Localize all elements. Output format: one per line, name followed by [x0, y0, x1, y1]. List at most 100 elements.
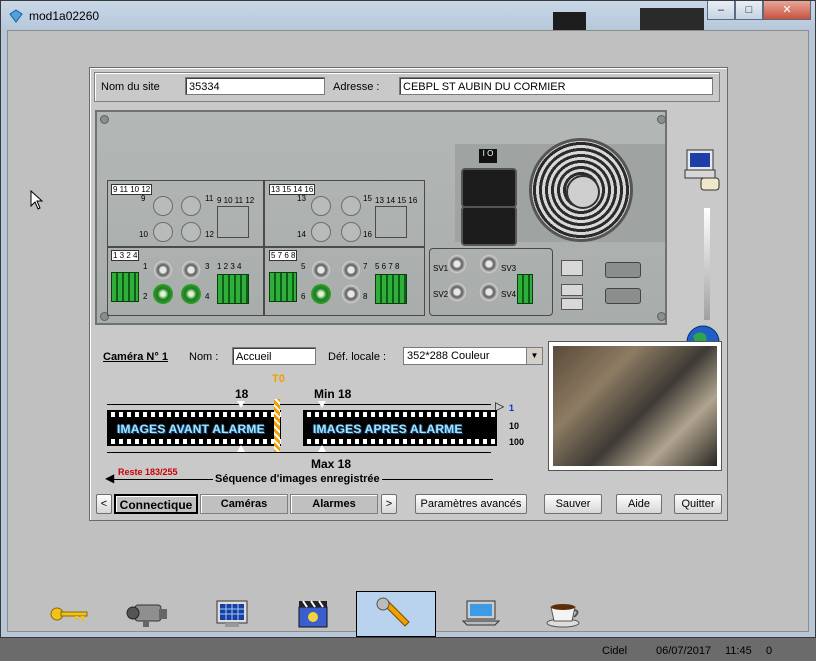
min-marker-icon[interactable] [318, 401, 326, 408]
arrow-left-icon: ◀ [105, 471, 115, 485]
taskbar-item[interactable] [275, 591, 353, 637]
resolution-select[interactable]: 352*288 Couleur ▼ [403, 347, 543, 365]
chevron-down-icon[interactable]: ▼ [526, 348, 542, 364]
bnc-connector[interactable] [341, 284, 361, 304]
sv-label: SV1 [433, 264, 449, 273]
input-number: 16 [363, 230, 372, 239]
input-hole [311, 222, 331, 242]
tab-next-button[interactable]: > [381, 494, 397, 514]
after-filmstrip: IMAGES APRES ALARME [303, 410, 497, 446]
speed-option[interactable]: 100 [509, 437, 524, 447]
help-button[interactable]: Aide [616, 494, 662, 514]
bnc-connector[interactable] [181, 260, 201, 280]
screw [100, 115, 109, 124]
usb-port-icon [561, 298, 583, 310]
tab-connectique[interactable]: Connectique [114, 494, 198, 514]
sv-label: SV4 [501, 290, 517, 299]
speed-option[interactable]: 1 [509, 403, 514, 413]
usb-port-icon [561, 284, 583, 296]
terminal-block [217, 274, 249, 304]
input-number: 11 [205, 194, 214, 203]
t0-marker [274, 399, 280, 453]
sv-connector[interactable] [447, 282, 467, 302]
terminal-slot [375, 206, 407, 238]
camera-name-field[interactable]: Accueil [232, 347, 316, 365]
input-number: 3 [205, 262, 210, 271]
board-divider [263, 180, 265, 316]
minimize-button[interactable]: ‒ [707, 1, 735, 20]
sv-connector[interactable] [479, 254, 499, 274]
bnc-connector[interactable] [153, 260, 173, 280]
sv-connector[interactable] [479, 282, 499, 302]
resolution-value: 352*288 Couleur [407, 350, 490, 362]
input-number: 8 [363, 292, 368, 301]
bnc-connector[interactable] [341, 260, 361, 280]
speed-option[interactable]: 10 [509, 421, 519, 431]
taskbar-item[interactable] [443, 591, 521, 637]
t0-label: T0 [272, 373, 285, 385]
terminal-block [375, 274, 407, 304]
terminal-block [269, 272, 297, 302]
status-bar: Cidel 06/07/2017 11:45 0 [15, 641, 815, 661]
tab-prev-button[interactable]: < [96, 494, 112, 514]
input-number: 6 [301, 292, 306, 301]
timeline-line [107, 404, 491, 405]
bnc-connector[interactable] [311, 260, 331, 280]
terminal-slot [217, 206, 249, 238]
bnc-connector-active[interactable] [311, 284, 331, 304]
play-arrow-icon[interactable]: ▷ [495, 399, 504, 413]
window-title: mod1a02260 [29, 9, 100, 23]
input-hole [181, 196, 201, 216]
terminal-label: 13 14 15 16 [375, 196, 418, 205]
input-number: 4 [205, 292, 210, 301]
bnc-connector-active[interactable] [153, 284, 173, 304]
maximize-button[interactable]: □ [735, 1, 763, 20]
monitor-grid-icon [216, 600, 248, 627]
bnc-connector-active[interactable] [181, 284, 201, 304]
taskbar-item[interactable] [35, 591, 113, 637]
input-number: 5 [301, 262, 306, 271]
tab-alarmes[interactable]: Alarmes [290, 494, 378, 514]
quit-button[interactable]: Quitter [674, 494, 722, 514]
camera-settings: Caméra N° 1 Nom : Accueil Déf. locale : … [95, 335, 543, 515]
sequence-label: Séquence d'images enregistrée [213, 473, 382, 485]
ethernet-port-icon [561, 260, 583, 276]
max-marker-icon[interactable] [318, 445, 326, 452]
recorder-back-panel[interactable]: 9 11 10 12 13 15 14 16 1 3 2 4 5 7 6 8 9… [95, 110, 667, 325]
group-label: 13 15 14 16 [269, 184, 316, 195]
tab-cameras[interactable]: Caméras [200, 494, 288, 514]
save-button[interactable]: Sauver [544, 494, 602, 514]
laptop-icon [461, 600, 501, 626]
input-hole [341, 196, 361, 216]
taskbar-item[interactable] [525, 591, 603, 637]
input-hole [153, 222, 173, 242]
advanced-settings-button[interactable]: Paramètres avancés [415, 494, 527, 514]
taskbar-item-active[interactable] [356, 591, 436, 637]
camera-icon [126, 604, 167, 627]
computer-phone-icon[interactable] [683, 146, 723, 194]
sv-connector[interactable] [447, 254, 467, 274]
board-divider [107, 246, 425, 248]
before-marker-icon[interactable] [237, 445, 245, 452]
coffee-icon [546, 604, 580, 628]
screw [657, 312, 666, 321]
camera-image [553, 346, 717, 466]
taskbar-item[interactable] [115, 591, 193, 637]
site-name-field[interactable]: 35334 [185, 77, 325, 95]
before-filmstrip: IMAGES AVANT ALARME [107, 410, 281, 446]
status-date: 06/07/2017 [656, 645, 712, 657]
taskbar-item[interactable] [195, 591, 273, 637]
input-hole [153, 196, 173, 216]
address-field[interactable]: CEBPL ST AUBIN DU CORMIER [399, 77, 713, 95]
group-label: 1 3 2 4 [111, 250, 140, 261]
before-marker-icon[interactable] [237, 401, 245, 408]
vga-port-icon [605, 288, 641, 304]
input-hole [181, 222, 201, 242]
input-number: 10 [139, 230, 148, 239]
input-number: 13 [297, 194, 306, 203]
key-icon [50, 607, 88, 621]
terminal-label: 9 10 11 12 [217, 196, 255, 205]
wrench-icon [376, 597, 410, 627]
camera-preview [548, 341, 722, 471]
close-button[interactable]: ✕ [763, 1, 811, 20]
